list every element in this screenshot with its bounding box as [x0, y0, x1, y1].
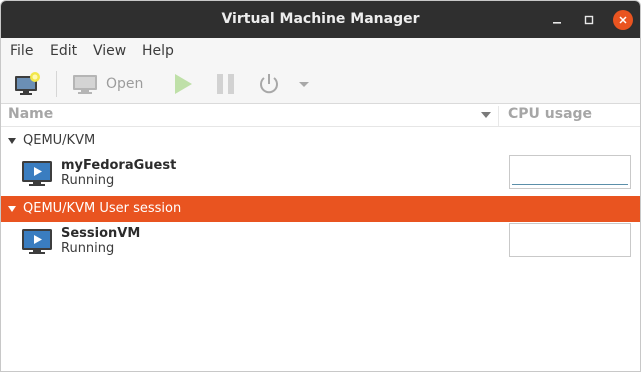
column-header: Name CPU usage [1, 104, 640, 127]
vm-row-sessionvm[interactable]: SessionVM Running [1, 222, 640, 264]
window-title: Virtual Machine Manager [221, 11, 420, 27]
maximize-icon [584, 15, 594, 25]
open-label: Open [106, 76, 144, 92]
monitor-icon [73, 75, 97, 94]
vm-row-myfedoraguest[interactable]: myFedoraGuest Running [1, 154, 640, 196]
shutdown-button[interactable] [257, 70, 281, 98]
menu-edit[interactable]: Edit [50, 38, 77, 65]
menu-help[interactable]: Help [142, 38, 174, 65]
column-name-header[interactable]: Name [8, 106, 53, 122]
toolbar-separator [56, 71, 57, 97]
toolbar: Open [1, 65, 640, 104]
vm-name: SessionVM [61, 226, 141, 241]
connection-row-qemu-kvm[interactable]: QEMU/KVM [1, 128, 640, 154]
column-separator [498, 106, 499, 126]
cpu-usage-graph [509, 223, 631, 257]
menu-view[interactable]: View [93, 38, 126, 65]
close-button[interactable] [613, 10, 633, 30]
vm-name: myFedoraGuest [61, 158, 177, 173]
cpu-usage-line [512, 184, 628, 185]
expander-down-icon[interactable] [7, 137, 17, 145]
close-icon [619, 16, 627, 24]
play-icon [175, 74, 192, 94]
pause-icon [217, 74, 234, 94]
dropdown-arrow-icon [299, 82, 309, 87]
new-vm-button[interactable] [13, 70, 41, 98]
power-icon [260, 74, 278, 94]
minimize-icon [553, 22, 561, 24]
shutdown-menu-button[interactable] [298, 70, 310, 98]
main-window: Virtual Machine Manager File Edit View H… [0, 0, 641, 372]
sort-down-icon [481, 112, 491, 118]
connection-label: QEMU/KVM User session [23, 201, 182, 216]
cpu-usage-graph [509, 155, 631, 189]
open-button[interactable]: Open [72, 70, 143, 98]
column-cpu-header[interactable]: CPU usage [508, 106, 592, 122]
expander-down-icon[interactable] [7, 205, 17, 213]
connection-label: QEMU/KVM [23, 133, 96, 148]
maximize-button[interactable] [579, 10, 599, 30]
connection-row-qemu-kvm-user-session[interactable]: QEMU/KVM User session [1, 196, 640, 222]
vm-monitor-icon [22, 229, 52, 254]
vm-status: Running [61, 173, 115, 188]
minimize-button[interactable] [547, 10, 567, 30]
menu-file[interactable]: File [10, 38, 33, 65]
vm-monitor-icon [22, 161, 52, 186]
title-bar[interactable]: Virtual Machine Manager [1, 1, 640, 38]
vm-status: Running [61, 241, 115, 256]
menu-bar: File Edit View Help [1, 38, 640, 65]
run-button[interactable] [171, 70, 195, 98]
pause-button[interactable] [214, 70, 238, 98]
new-vm-icon [15, 72, 40, 95]
